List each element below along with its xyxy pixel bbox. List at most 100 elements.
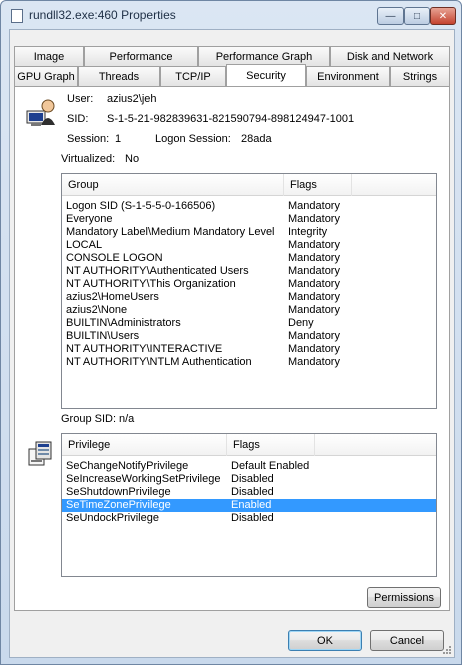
list-row[interactable]: SeChangeNotifyPrivilege Default Enabled: [62, 460, 436, 473]
row-name: SeUndockPrivilege: [66, 512, 159, 524]
row-flags: Enabled: [231, 499, 272, 511]
list-row[interactable]: NT AUTHORITY\INTERACTIVE Mandatory: [62, 343, 436, 356]
group-sid-label: Group SID:: [61, 413, 117, 425]
sid-label: SID:: [67, 113, 89, 125]
row-name: SeChangeNotifyPrivilege: [66, 460, 189, 472]
tab-environment[interactable]: Environment: [306, 66, 390, 86]
user-value: azius2\jeh: [107, 93, 157, 105]
tab-tcpip[interactable]: TCP/IP: [160, 66, 226, 86]
row-name: SeTimeZonePrivilege: [66, 499, 171, 511]
groups-header: Group Flags: [62, 174, 436, 196]
privileges-icon: [28, 441, 52, 466]
list-row[interactable]: azius2\HomeUsers Mandatory: [62, 291, 436, 304]
title-bar[interactable]: rundll32.exe:460 Properties — □ ✕: [1, 1, 461, 29]
row-flags: Disabled: [231, 512, 274, 524]
ok-button[interactable]: OK: [288, 630, 362, 651]
row-name: Logon SID (S-1-5-5-0-166506): [66, 200, 216, 212]
list-row[interactable]: NT AUTHORITY\NTLM Authentication Mandator…: [62, 356, 436, 369]
row-name: SeIncreaseWorkingSetPrivilege: [66, 473, 221, 485]
row-name: LOCAL: [66, 239, 103, 251]
list-row[interactable]: BUILTIN\Users Mandatory: [62, 330, 436, 343]
cancel-button-label: Cancel: [389, 634, 425, 647]
list-row[interactable]: SeShutdownPrivilege Disabled: [62, 486, 436, 499]
privileges-header: Privilege Flags: [62, 434, 436, 456]
sid-value: S-1-5-21-982839631-821590794-898124947-1…: [107, 113, 355, 125]
privilege-flags-column-header[interactable]: Flags: [227, 434, 315, 456]
row-name: NT AUTHORITY\INTERACTIVE: [66, 343, 223, 355]
row-flags: Mandatory: [288, 239, 340, 251]
logon-session-label: Logon Session:: [155, 133, 231, 145]
maximize-icon: □: [413, 10, 421, 22]
tab-security[interactable]: Security: [226, 64, 306, 86]
list-row[interactable]: SeUndockPrivilege Disabled: [62, 512, 436, 525]
row-name: NT AUTHORITY\Authenticated Users: [66, 265, 249, 277]
list-row[interactable]: SeIncreaseWorkingSetPrivilege Disabled: [62, 473, 436, 486]
row-flags: Mandatory: [288, 343, 340, 355]
row-flags: Mandatory: [288, 200, 340, 212]
row-name: Mandatory Label\Medium Mandatory Level: [66, 226, 275, 238]
session-label: Session:: [67, 133, 110, 145]
ok-button-label: OK: [317, 634, 333, 647]
cancel-button[interactable]: Cancel: [370, 630, 444, 651]
app-icon: [11, 9, 23, 23]
minimize-icon: —: [385, 10, 396, 22]
tab-disk-and-network[interactable]: Disk and Network: [330, 46, 450, 66]
close-button[interactable]: ✕: [430, 7, 456, 25]
list-row[interactable]: Logon SID (S-1-5-5-0-166506) Mandatory: [62, 200, 436, 213]
user-label: User:: [67, 93, 94, 105]
row-flags: Mandatory: [288, 356, 340, 368]
tab-performance-graph[interactable]: Performance Graph: [198, 46, 330, 66]
virtualized-label: Virtualized:: [61, 153, 116, 165]
group-column-header[interactable]: Group: [62, 174, 284, 196]
list-row[interactable]: azius2\None Mandatory: [62, 304, 436, 317]
row-flags: Mandatory: [288, 213, 340, 225]
list-row[interactable]: NT AUTHORITY\Authenticated Users Mandator…: [62, 265, 436, 278]
row-name: NT AUTHORITY\This Organization: [66, 278, 236, 290]
flags-column-header[interactable]: Flags: [284, 174, 352, 196]
row-name: CONSOLE LOGON: [66, 252, 163, 264]
list-row[interactable]: LOCAL Mandatory: [62, 239, 436, 252]
privileges-list[interactable]: Privilege Flags SeChangeNotifyPrivilege D…: [61, 433, 437, 577]
list-row[interactable]: Mandatory Label\Medium Mandatory Level In…: [62, 226, 436, 239]
row-flags: Mandatory: [288, 291, 340, 303]
row-flags: Integrity: [288, 226, 328, 238]
tab-threads[interactable]: Threads: [78, 66, 160, 86]
minimize-button[interactable]: —: [377, 7, 404, 25]
privilege-column-header[interactable]: Privilege: [62, 434, 227, 456]
logon-session-value: 28ada: [241, 133, 272, 145]
permissions-button-label: Permissions: [374, 591, 434, 604]
group-sid-value: n/a: [119, 413, 135, 425]
list-row[interactable]: SeTimeZonePrivilege Enabled: [62, 499, 436, 512]
tab-performance[interactable]: Performance: [84, 46, 198, 66]
maximize-button[interactable]: □: [404, 7, 430, 25]
row-flags: Mandatory: [288, 304, 340, 316]
tab-image[interactable]: Image: [14, 46, 84, 66]
list-row[interactable]: CONSOLE LOGON Mandatory: [62, 252, 436, 265]
row-flags: Mandatory: [288, 330, 340, 342]
close-icon: ✕: [438, 10, 448, 22]
permissions-button[interactable]: Permissions: [367, 587, 441, 608]
user-icon: [26, 99, 55, 126]
row-flags: Mandatory: [288, 265, 340, 277]
window-title: rundll32.exe:460 Properties: [29, 8, 176, 22]
session-value: 1: [115, 133, 122, 145]
row-name: azius2\None: [66, 304, 128, 316]
row-flags: Deny: [288, 317, 314, 329]
resize-grip-icon[interactable]: [442, 645, 452, 655]
row-name: azius2\HomeUsers: [66, 291, 159, 303]
list-row[interactable]: BUILTIN\Administrators Deny: [62, 317, 436, 330]
list-row[interactable]: NT AUTHORITY\This Organization Mandatory: [62, 278, 436, 291]
list-row[interactable]: Everyone Mandatory: [62, 213, 436, 226]
groups-list[interactable]: Group Flags Logon SID (S-1-5-5-0-166506)…: [61, 173, 437, 409]
tab-strings[interactable]: Strings: [390, 66, 450, 86]
dialog-client-area: Image Performance Performance Graph Disk…: [9, 29, 455, 658]
row-flags: Disabled: [231, 486, 274, 498]
row-name: SeShutdownPrivilege: [66, 486, 171, 498]
row-name: BUILTIN\Users: [66, 330, 140, 342]
properties-window: rundll32.exe:460 Properties — □ ✕ Image …: [0, 0, 462, 665]
tab-gpu-graph[interactable]: GPU Graph: [14, 66, 78, 86]
row-name: BUILTIN\Administrators: [66, 317, 181, 329]
row-name: NT AUTHORITY\NTLM Authentication: [66, 356, 252, 368]
row-flags: Mandatory: [288, 278, 340, 290]
virtualized-value: No: [125, 153, 140, 165]
